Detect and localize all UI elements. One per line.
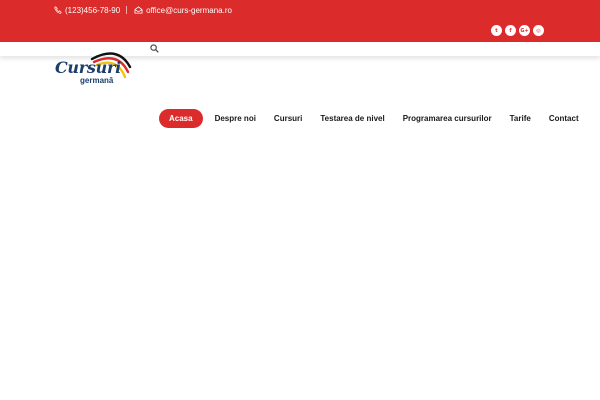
- email-address: office@curs-germana.ro: [146, 5, 232, 15]
- top-bar: (123)456-78-90 office@curs-germana.ro t …: [0, 0, 600, 42]
- nav-item-tarife[interactable]: Tarife: [502, 109, 539, 128]
- phone-icon: [54, 6, 62, 14]
- logo-title: Cursuri: [55, 58, 121, 77]
- phone-link[interactable]: (123)456-78-90: [54, 6, 120, 15]
- email-link[interactable]: office@curs-germana.ro: [134, 6, 232, 15]
- nav-item-despre-noi[interactable]: Despre noi: [207, 109, 264, 128]
- nav-item-cursuri[interactable]: Cursuri: [266, 109, 310, 128]
- nav-item-testarea-de-nivel[interactable]: Testarea de nivel: [312, 109, 392, 128]
- main-nav: Acasa Despre noi Cursuri Testarea de niv…: [159, 109, 589, 128]
- nav-item-contact[interactable]: Contact: [541, 109, 587, 128]
- divider: [126, 6, 128, 14]
- twitter-icon[interactable]: t: [491, 25, 502, 36]
- envelope-icon: [134, 6, 143, 14]
- contact-info: (123)456-78-90 office@curs-germana.ro: [54, 4, 232, 16]
- nav-item-acasa[interactable]: Acasa: [159, 109, 203, 128]
- google-plus-icon[interactable]: G+: [519, 25, 530, 36]
- facebook-icon[interactable]: f: [505, 25, 516, 36]
- search-icon[interactable]: [150, 44, 159, 53]
- phone-number: (123)456-78-90: [65, 5, 121, 15]
- site-logo[interactable]: Cursuri germană: [52, 51, 134, 91]
- logo-subtitle: germană: [80, 76, 114, 85]
- nav-item-programarea-cursurilor[interactable]: Programarea cursurilor: [395, 109, 500, 128]
- social-links: t f G+ ◎: [491, 25, 547, 36]
- instagram-icon[interactable]: ◎: [533, 25, 544, 36]
